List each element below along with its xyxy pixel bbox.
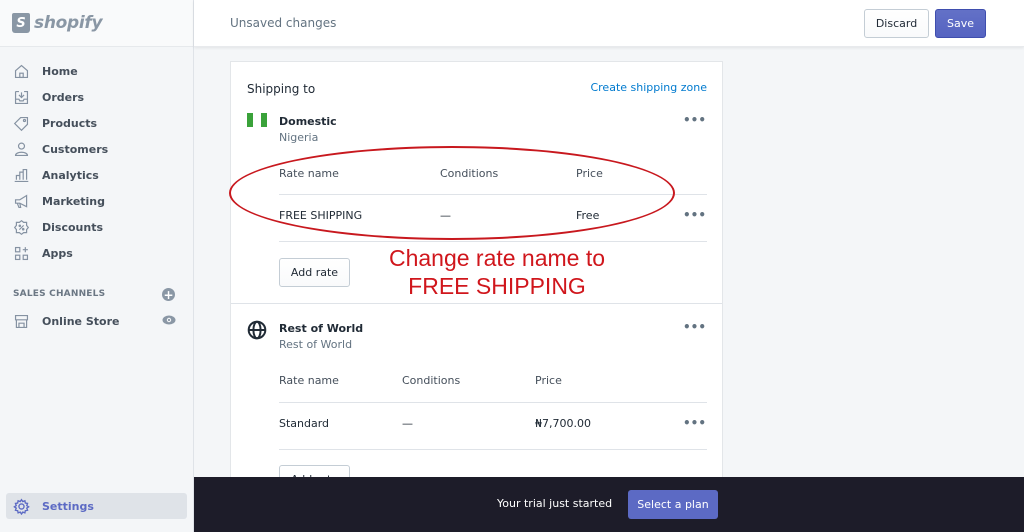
sidebar-item-label: Products <box>42 116 98 130</box>
column-header-price: Price <box>576 167 603 180</box>
bar-chart-icon <box>12 166 30 184</box>
annotation-line-1: Change rate name to <box>388 245 606 271</box>
sidebar-item-label: Customers <box>42 142 109 156</box>
apps-grid-icon <box>12 244 30 262</box>
rate-name-cell: Standard <box>279 417 330 430</box>
sidebar-item-online-store[interactable]: Online Store <box>0 308 193 334</box>
sales-channels-heading: SALES CHANNELS <box>13 289 106 299</box>
conditions-cell: — <box>402 417 413 430</box>
main-nav: Home Orders Products Customers Analytics… <box>0 58 193 266</box>
zone-more-actions-button[interactable]: ••• <box>683 113 706 127</box>
sidebar-item-label: Analytics <box>42 168 99 182</box>
rate-name-cell: FREE SHIPPING <box>279 209 363 222</box>
rate-more-actions-button[interactable]: ••• <box>683 208 706 222</box>
rate-more-actions-button[interactable]: ••• <box>683 416 706 430</box>
sidebar-item-analytics[interactable]: Analytics <box>0 162 193 188</box>
select-plan-button[interactable]: Select a plan <box>628 490 718 519</box>
conditions-cell: — <box>440 209 451 222</box>
orders-inbox-icon <box>12 88 30 106</box>
sidebar-item-marketing[interactable]: Marketing <box>0 188 193 214</box>
add-rate-button[interactable]: Add rate <box>279 258 350 287</box>
eye-icon[interactable] <box>162 315 176 325</box>
row-divider <box>279 241 707 242</box>
price-cell: Free <box>576 209 600 222</box>
store-icon <box>12 312 30 330</box>
discount-badge-icon <box>12 218 30 236</box>
sidebar-item-settings[interactable]: Settings <box>6 493 187 519</box>
sidebar-item-label: Online Store <box>42 314 120 328</box>
trial-message: Your trial just started <box>497 497 613 510</box>
sidebar-item-discounts[interactable]: Discounts <box>0 214 193 240</box>
sidebar-item-apps[interactable]: Apps <box>0 240 193 266</box>
annotation-text: Change rate name to FREE SHIPPING <box>352 244 642 300</box>
column-header-price: Price <box>535 374 562 387</box>
sidebar-item-label: Orders <box>42 90 85 104</box>
header-divider <box>279 402 707 403</box>
megaphone-icon <box>12 192 30 210</box>
column-header-conditions: Conditions <box>402 374 461 387</box>
globe-icon <box>247 320 267 340</box>
sidebar-item-label: Discounts <box>42 220 103 234</box>
zone-more-actions-button[interactable]: ••• <box>683 320 706 334</box>
add-sales-channel-icon[interactable]: + <box>162 288 175 301</box>
price-cell: ₦7,700.00 <box>535 417 591 430</box>
zone-name: Domestic <box>279 115 337 128</box>
discard-button[interactable]: Discard <box>864 9 929 38</box>
person-icon <box>12 140 30 158</box>
zone-name: Rest of World <box>279 322 364 335</box>
column-header-conditions: Conditions <box>440 167 499 180</box>
sidebar-item-label: Marketing <box>42 194 106 208</box>
shopify-logo[interactable]: S shopify <box>0 0 193 47</box>
sidebar-item-customers[interactable]: Customers <box>0 136 193 162</box>
save-button[interactable]: Save <box>935 9 986 38</box>
header-divider <box>279 194 707 195</box>
sidebar-item-home[interactable]: Home <box>0 58 193 84</box>
zone-countries: Nigeria <box>279 131 319 144</box>
sidebar: S shopify Home Orders Products Customers… <box>0 0 194 532</box>
column-header-rate-name: Rate name <box>279 167 339 180</box>
shipping-to-heading: Shipping to <box>247 82 316 96</box>
contextual-save-bar: Unsaved changes Discard Save <box>194 0 1024 47</box>
nigeria-flag-icon <box>247 113 267 127</box>
row-divider <box>279 449 707 450</box>
shopping-bag-icon: S <box>12 13 30 33</box>
sidebar-item-orders[interactable]: Orders <box>0 84 193 110</box>
sidebar-item-label: Apps <box>42 246 73 260</box>
unsaved-changes-title: Unsaved changes <box>230 16 337 30</box>
zone-countries: Rest of World <box>279 338 353 351</box>
brand-name: shopify <box>34 13 103 33</box>
column-header-rate-name: Rate name <box>279 374 339 387</box>
create-shipping-zone-link[interactable]: Create shipping zone <box>590 81 707 94</box>
sidebar-item-label: Home <box>42 64 78 78</box>
gear-icon <box>13 497 30 515</box>
tag-icon <box>12 114 30 132</box>
zone-divider <box>231 303 722 304</box>
home-icon <box>12 62 30 80</box>
sidebar-item-products[interactable]: Products <box>0 110 193 136</box>
settings-label: Settings <box>42 499 94 513</box>
trial-banner: Your trial just started Select a plan <box>194 477 1024 532</box>
annotation-line-2: FREE SHIPPING <box>408 273 586 299</box>
